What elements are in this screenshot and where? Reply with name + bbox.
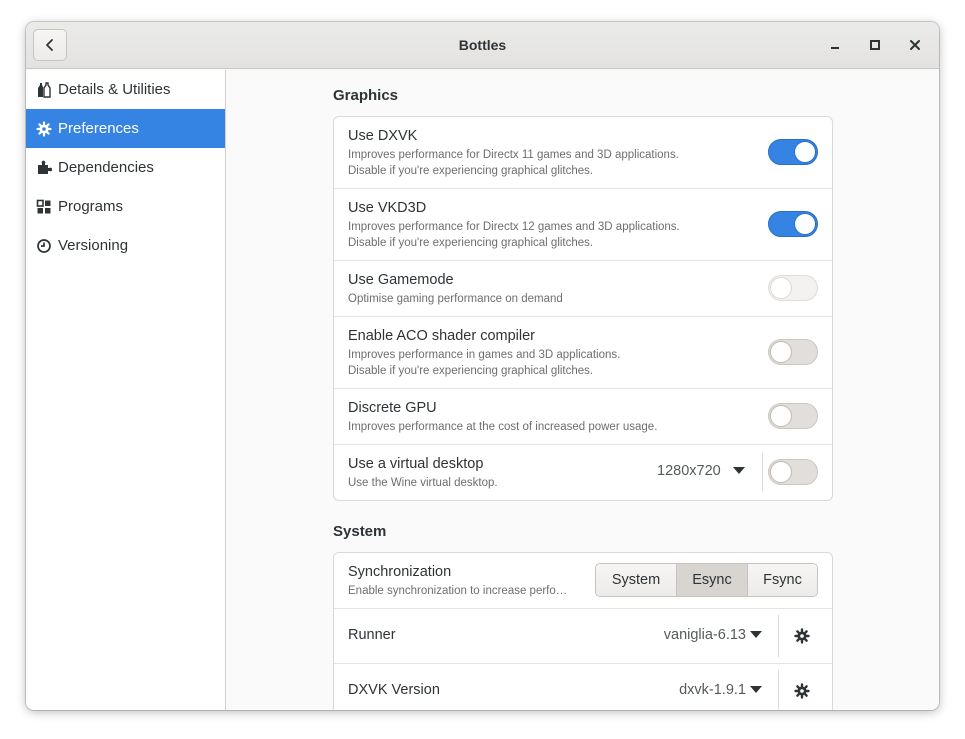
- sync-esync-button[interactable]: Esync: [677, 564, 748, 596]
- vkd3d-switch[interactable]: [768, 211, 818, 237]
- minimize-icon: [831, 47, 839, 49]
- aco-switch[interactable]: [768, 339, 818, 365]
- sidebar: Details & Utilities Preferences Dependen…: [26, 70, 226, 710]
- switch-knob: [770, 461, 792, 483]
- maximize-button[interactable]: [866, 36, 884, 54]
- sidebar-item-label: Dependencies: [58, 159, 154, 176]
- runner-value: vaniglia-6.13: [663, 627, 746, 643]
- row-title: Use DXVK: [348, 128, 418, 144]
- bottles-icon: [36, 81, 52, 98]
- dropdown-arrow-icon: [750, 631, 762, 638]
- dxvk-settings-button[interactable]: [792, 681, 812, 701]
- close-button[interactable]: [906, 36, 924, 54]
- row-subtitle: Use the Wine virtual desktop.: [348, 477, 498, 489]
- maximize-icon: [870, 40, 880, 50]
- row-subtitle: Optimise gaming performance on demand: [348, 293, 563, 305]
- sidebar-item-label: Details & Utilities: [58, 81, 171, 98]
- sidebar-item-preferences[interactable]: Preferences: [26, 109, 225, 148]
- clock-icon: [36, 238, 52, 254]
- sidebar-item-label: Preferences: [58, 120, 139, 137]
- dxvk-switch[interactable]: [768, 139, 818, 165]
- gamemode-switch[interactable]: [768, 275, 818, 301]
- puzzle-icon: [36, 160, 52, 176]
- graphics-list: Use DXVK Improves performance for Direct…: [333, 116, 833, 501]
- switch-knob: [794, 141, 816, 163]
- row-title: DXVK Version: [348, 682, 440, 698]
- switch-knob: [770, 341, 792, 363]
- grid-icon: [36, 199, 52, 215]
- row-title: Use VKD3D: [348, 200, 427, 216]
- runner-settings-button[interactable]: [792, 626, 812, 646]
- sync-system-button[interactable]: System: [596, 564, 677, 596]
- runner-row: Runner vaniglia-6.13: [334, 609, 832, 664]
- row-title: Use Gamemode: [348, 272, 454, 288]
- resolution-value: 1280x720: [657, 463, 721, 479]
- dxvk-version-row: DXVK Version dxvk-1.9.1: [334, 664, 832, 710]
- sidebar-item-versioning[interactable]: Versioning: [26, 226, 225, 265]
- runner-dropdown[interactable]: vaniglia-6.13: [664, 627, 762, 643]
- sync-segmented-control: System Esync Fsync: [595, 563, 818, 597]
- separator: [778, 670, 779, 710]
- dxvk-version-dropdown[interactable]: dxvk-1.9.1: [679, 682, 762, 698]
- gear-icon: [36, 120, 52, 137]
- minimize-button[interactable]: [826, 36, 844, 54]
- graphics-section-title: Graphics: [333, 87, 399, 104]
- bottles-window: Bottles Details & Utilities Preferences …: [26, 22, 939, 710]
- gear-icon: [794, 683, 810, 699]
- sync-fsync-button[interactable]: Fsync: [748, 564, 817, 596]
- dxvk-row: Use DXVK Improves performance for Direct…: [334, 117, 832, 189]
- row-title: Synchronization: [348, 564, 452, 580]
- synchronization-row: Synchronization Enable synchronization t…: [334, 553, 832, 609]
- sidebar-item-label: Versioning: [58, 237, 129, 254]
- row-title: Enable ACO shader compiler: [348, 328, 535, 344]
- virtual-desktop-row: Use a virtual desktop Use the Wine virtu…: [334, 445, 832, 500]
- row-subtitle: Improves performance in games and 3D app…: [348, 349, 621, 377]
- sidebar-item-programs[interactable]: Programs: [26, 187, 225, 226]
- sidebar-item-details-utilities[interactable]: Details & Utilities: [26, 70, 225, 109]
- row-subtitle: Improves performance for Directx 11 game…: [348, 149, 679, 177]
- switch-knob: [794, 213, 816, 235]
- dropdown-arrow-icon: [750, 686, 762, 693]
- gamemode-row: Use Gamemode Optimise gaming performance…: [334, 261, 832, 317]
- aco-row: Enable ACO shader compiler Improves perf…: [334, 317, 832, 389]
- preferences-content[interactable]: Graphics Use DXVK Improves performance f…: [227, 70, 939, 710]
- row-subtitle: Enable synchronization to increase perfo…: [348, 585, 568, 597]
- sidebar-item-dependencies[interactable]: Dependencies: [26, 148, 225, 187]
- switch-knob: [770, 277, 792, 299]
- discrete-gpu-row: Discrete GPU Improves performance at the…: [334, 389, 832, 445]
- switch-knob: [770, 405, 792, 427]
- row-subtitle: Improves performance for Directx 12 game…: [348, 221, 680, 249]
- vkd3d-row: Use VKD3D Improves performance for Direc…: [334, 189, 832, 261]
- sidebar-item-label: Programs: [58, 198, 124, 215]
- dropdown-arrow-icon: [732, 467, 745, 474]
- virtual-desktop-switch[interactable]: [768, 459, 818, 485]
- dxvk-version-value: dxvk-1.9.1: [679, 682, 746, 698]
- discrete-gpu-switch[interactable]: [768, 403, 818, 429]
- separator: [778, 615, 779, 657]
- row-title: Use a virtual desktop: [348, 456, 484, 472]
- separator: [762, 453, 763, 491]
- resolution-dropdown[interactable]: 1280x720: [657, 463, 745, 479]
- window-title: Bottles: [458, 37, 507, 53]
- header-bar: Bottles: [26, 22, 939, 69]
- row-subtitle: Improves performance at the cost of incr…: [348, 421, 658, 433]
- row-title: Discrete GPU: [348, 400, 437, 416]
- system-section-title: System: [333, 523, 387, 540]
- row-title: Runner: [348, 627, 396, 643]
- system-list: Synchronization Enable synchronization t…: [333, 552, 833, 710]
- gear-icon: [794, 628, 810, 644]
- close-icon: [910, 40, 920, 50]
